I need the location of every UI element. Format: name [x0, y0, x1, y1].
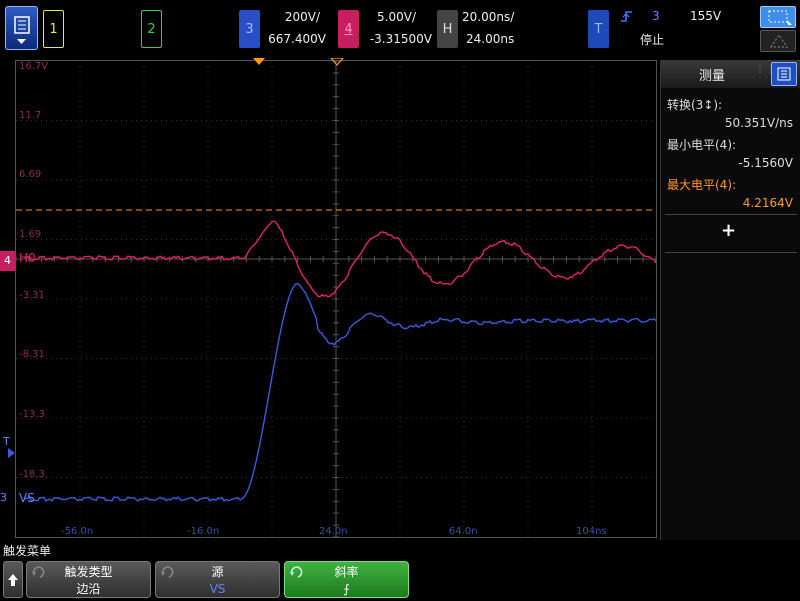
measurement-min-label: 最小电平(4):: [667, 138, 737, 152]
channel-4-ground-marker[interactable]: 4: [0, 251, 15, 271]
softkey-trigger-type-label: 触发类型: [64, 565, 113, 579]
channel-3-number: 3: [245, 21, 254, 37]
channel-4-scale: 5.00V/: [377, 10, 416, 24]
channel-4-reference-label: H0: [19, 251, 36, 265]
touch-gesture-button[interactable]: [760, 30, 796, 52]
measurement-max-label: 最大电平(4):: [667, 178, 737, 192]
softkey-source-value: VS: [209, 582, 226, 596]
measurement-max-value: 4.2164V: [742, 196, 793, 210]
trigger-marker-label: T: [3, 435, 10, 448]
y-axis-label: -8.31: [19, 349, 45, 360]
channel-4-marker-number: 4: [4, 254, 11, 267]
measurement-slew-value: 50.351V/ns: [724, 116, 793, 130]
softkey-source[interactable]: 源 VS: [155, 561, 280, 598]
channel-3-marker-number: 3: [0, 491, 7, 504]
add-measurement-button[interactable]: +: [721, 220, 736, 241]
channel-4-number: 4: [344, 21, 353, 37]
measurement-panel: 测量 ⋮⋮ 转换(3↕): 50.351V/ns 最小电平(4): -5.156…: [660, 60, 800, 540]
channel-3-trace: [23, 282, 657, 503]
x-axis-label: -16.0n: [187, 526, 219, 537]
softkey-slope[interactable]: 斜率 ⨍: [284, 561, 409, 598]
menu-title: 触发菜单: [3, 544, 52, 558]
main-menu-button[interactable]: [5, 6, 38, 50]
channel-3-ground-marker[interactable]: 3: [0, 491, 7, 504]
channel-3-offset: 667.400V: [268, 32, 326, 46]
horizontal-button[interactable]: H: [437, 10, 458, 48]
softkey-slope-label: 斜率: [334, 565, 359, 579]
y-axis-label: 1.69: [19, 229, 41, 240]
softkey-trigger-type[interactable]: 触发类型 边沿: [26, 561, 151, 598]
x-axis-label: 24.0n: [319, 526, 348, 537]
zoom-box-button[interactable]: [760, 6, 796, 28]
rotate-knob-icon: [290, 566, 303, 578]
acquisition-status: 停止: [640, 33, 665, 47]
softkey-trigger-type-value: 边沿: [76, 582, 101, 596]
rotate-knob-icon: [161, 566, 174, 578]
horizontal-delay: 24.00ns: [466, 32, 515, 46]
waveform-display[interactable]: 16.7V 11.7 6.69 1.69 -3.31 -8.31 -13.3 -18.3 -5…: [15, 60, 657, 538]
trigger-level: 155V: [690, 9, 722, 23]
trigger-source: 3: [652, 9, 660, 23]
softkey-source-label: 源: [211, 565, 224, 579]
horizontal-settings[interactable]: 20.00ns/ 24.00ns: [462, 6, 520, 50]
channel-3-button[interactable]: 3: [239, 10, 260, 48]
zoom-box-icon: [768, 10, 792, 25]
channel-3-reference-label: VS: [19, 491, 35, 505]
y-axis-labels: 16.7V 11.7 6.69 1.69 -3.31 -8.31 -13.3 -18.3: [19, 61, 48, 480]
x-axis-labels: -56.0n -16.0n 24.0n 64.0n 104ns: [61, 526, 607, 537]
trigger-position-marker: [253, 58, 265, 65]
y-axis-label: 16.7V: [19, 61, 48, 72]
delay-position-marker: [330, 58, 344, 66]
channel-3-scale: 200V/: [284, 10, 320, 24]
trigger-level-arrow-icon: [8, 448, 15, 458]
horizontal-label: H: [442, 21, 453, 37]
softkey-slope-value: ⨍: [343, 582, 350, 596]
trigger-button[interactable]: T: [588, 10, 609, 48]
menu-icon: [14, 16, 30, 44]
x-axis-label: 64.0n: [449, 526, 478, 537]
x-axis-label: 104ns: [576, 526, 607, 537]
top-status-bar: 1 2 3 200V/ 667.400V 4 5.00V/ -3.31500V …: [0, 0, 800, 58]
channel-2-number: 2: [147, 21, 156, 37]
channel-3-settings[interactable]: 200V/ 667.400V: [262, 6, 326, 50]
back-button[interactable]: [3, 561, 23, 598]
panel-header: 测量 ⋮⋮: [661, 60, 800, 88]
up-arrow-icon: [8, 574, 18, 586]
y-axis-label: -3.31: [19, 290, 45, 301]
channel-1-number: 1: [49, 21, 58, 37]
trigger-label: T: [594, 21, 603, 37]
channel-4-offset: -3.31500V: [369, 32, 432, 46]
y-axis-label: 11.7: [19, 110, 41, 121]
channel-4-button[interactable]: 4: [338, 10, 359, 48]
rising-edge-icon: [621, 11, 632, 22]
channel-1-button[interactable]: 1: [43, 10, 64, 48]
y-axis-label: -18.3: [19, 469, 45, 480]
channel-4-settings[interactable]: 5.00V/ -3.31500V: [362, 6, 432, 50]
triangle-gesture-icon: [770, 34, 788, 48]
panel-divider: [665, 214, 797, 215]
y-axis-label: 6.69: [19, 169, 41, 180]
x-axis-label: -56.0n: [61, 526, 93, 537]
trigger-level-marker[interactable]: T: [3, 435, 10, 448]
measurement-min-value: -5.1560V: [738, 156, 793, 170]
panel-list-button[interactable]: [771, 62, 797, 86]
measurement-slew-label: 转换(3↕):: [667, 98, 723, 112]
channel-2-button[interactable]: 2: [141, 10, 162, 48]
y-axis-label: -13.3: [19, 409, 45, 420]
list-icon: [777, 67, 791, 81]
panel-title: 测量: [699, 69, 726, 84]
horizontal-scale: 20.00ns/: [462, 10, 515, 24]
panel-divider-2: [665, 252, 797, 253]
grid: [15, 60, 657, 538]
rotate-knob-icon: [32, 566, 45, 578]
waveform-canvas[interactable]: 16.7V 11.7 6.69 1.69 -3.31 -8.31 -13.3 -18.3 -5…: [15, 60, 657, 538]
